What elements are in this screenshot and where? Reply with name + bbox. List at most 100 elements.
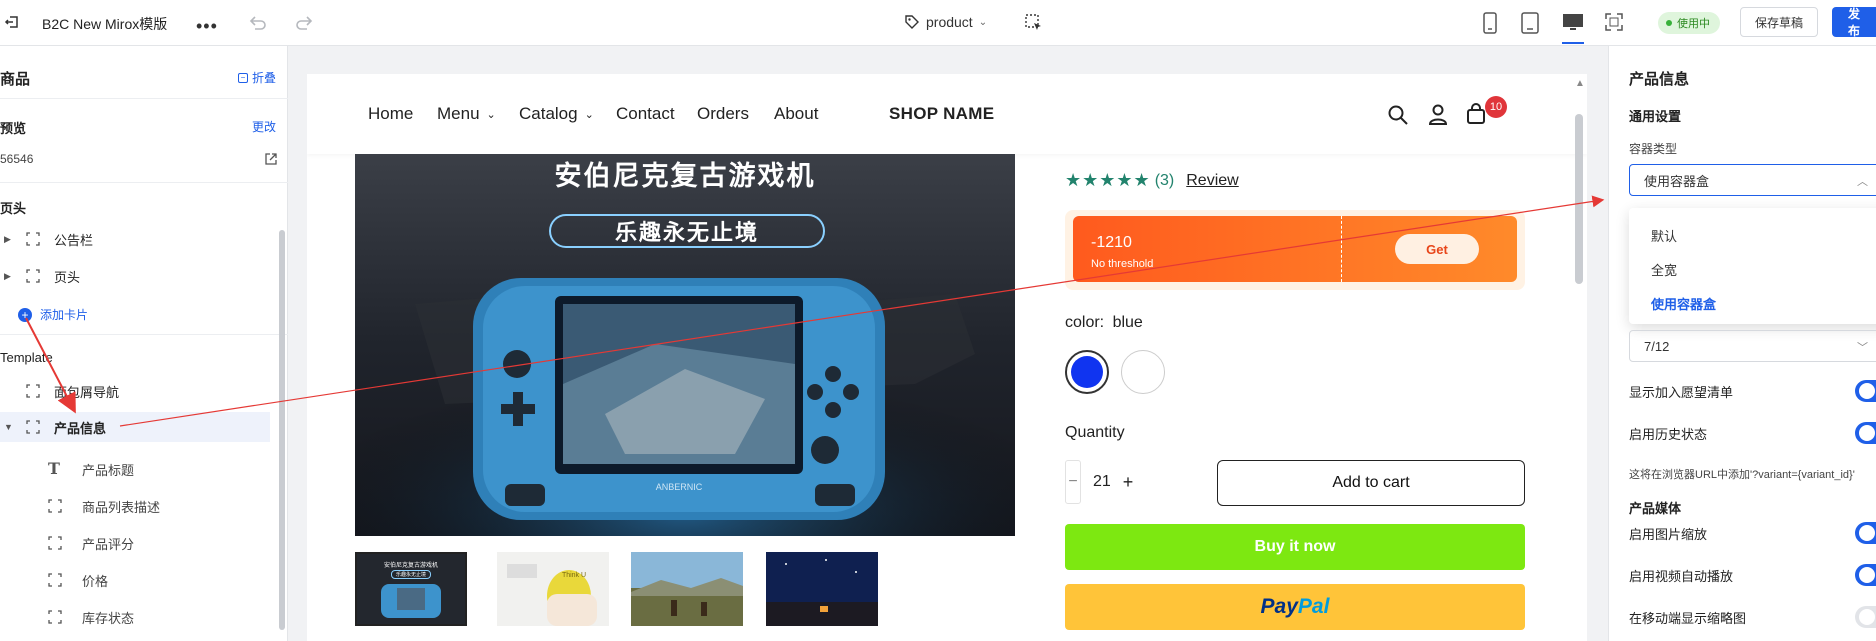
sidebar-subitem-price[interactable]: 价格	[48, 566, 108, 594]
thumbnail-1[interactable]: 安伯尼克复古游戏机 乐趣永无止境	[355, 552, 467, 626]
external-link-icon[interactable]	[264, 152, 278, 166]
nav-contact[interactable]: Contact	[616, 104, 675, 124]
frame-icon	[26, 232, 40, 246]
toggle-label: 在移动端显示缩略图	[1629, 610, 1747, 626]
nav-catalog-label: Catalog	[519, 104, 578, 123]
review-link[interactable]: Review	[1186, 172, 1238, 190]
add-to-cart-button[interactable]: Add to cart	[1217, 460, 1525, 506]
save-draft-button[interactable]: 保存草稿	[1740, 7, 1819, 37]
fullscreen-icon[interactable]	[1604, 12, 1624, 32]
image-zoom-toggle[interactable]	[1855, 522, 1876, 544]
coupon-get-button[interactable]: Get	[1395, 234, 1479, 264]
back-icon[interactable]	[4, 14, 20, 30]
container-type-select[interactable]: 使用容器盒 ︿	[1629, 164, 1876, 196]
mobile-thumbnail-toggle[interactable]	[1855, 606, 1876, 628]
template-section-title: Template	[0, 350, 53, 365]
publish-button[interactable]: 发布	[1832, 7, 1876, 38]
sidebar-subitem-label: 产品评分	[82, 536, 135, 552]
coupon-card: -1210 No threshold Get	[1065, 210, 1525, 290]
plus-circle-icon: +	[18, 307, 32, 322]
layout-ratio-select[interactable]: 7/12 ﹀	[1629, 330, 1876, 362]
star-rating-icon: ★★★★★	[1065, 170, 1151, 190]
rating-count: (3)	[1154, 171, 1175, 189]
redo-icon[interactable]	[294, 13, 314, 31]
nav-orders[interactable]: Orders	[697, 104, 749, 124]
text-icon: T	[48, 459, 60, 478]
dropdown-option-fullwidth[interactable]: 全宽	[1651, 260, 1677, 279]
thumbnail-2[interactable]: Think U	[497, 552, 609, 626]
undo-icon[interactable]	[248, 13, 268, 31]
sidebar-subitem-label: 产品标题	[82, 462, 135, 478]
thumbnail-1-title: 安伯尼克复古游戏机	[383, 563, 438, 569]
change-link[interactable]: 更改	[252, 118, 276, 135]
paypal-button[interactable]: Pay Pal	[1065, 584, 1525, 630]
nav-home[interactable]: Home	[368, 104, 413, 124]
dropdown-option-container[interactable]: 使用容器盒	[1651, 294, 1716, 313]
product-main-image[interactable]: 安伯尼克复古游戏机 乐趣永无止境 ANBERNIC	[355, 154, 1015, 536]
sidebar-item-label: 公告栏	[54, 232, 94, 248]
tablet-view-icon[interactable]	[1520, 12, 1540, 34]
thumbnail-2-text: Think U	[561, 572, 587, 579]
swatch-blue[interactable]	[1065, 350, 1109, 394]
sidebar-subitem-list-description[interactable]: 商品列表描述	[48, 492, 160, 520]
history-toggle[interactable]	[1855, 422, 1876, 444]
account-icon[interactable]	[1427, 103, 1449, 130]
thumbnail-4[interactable]	[766, 552, 878, 626]
nav-menu[interactable]: Menu ⌄	[437, 104, 496, 124]
cart-icon[interactable]	[1465, 103, 1487, 130]
quantity-input[interactable]: 21	[1093, 473, 1111, 491]
chevron-up-icon: ︿	[1857, 176, 1868, 188]
search-icon[interactable]	[1387, 104, 1409, 131]
swatch-white[interactable]	[1121, 350, 1165, 394]
frame-icon	[26, 384, 40, 398]
chevron-down-icon: ⌄	[584, 108, 594, 121]
canvas-scrollbar[interactable]	[1575, 114, 1583, 284]
buy-now-button[interactable]: Buy it now	[1065, 524, 1525, 570]
tag-icon	[905, 15, 919, 29]
thumbnail-3[interactable]	[631, 552, 743, 626]
toggle-row-wishlist: 显示加入愿望清单	[1629, 380, 1876, 402]
collapse-icon: −	[238, 72, 248, 83]
template-title: B2C New Mirox模版	[42, 16, 168, 32]
status-badge: 使用中	[1658, 12, 1720, 34]
nav-menu-label: Menu	[437, 104, 480, 123]
desktop-view-icon[interactable]	[1562, 12, 1584, 44]
video-autoplay-toggle[interactable]	[1855, 564, 1876, 586]
collapse-label: 折叠	[252, 71, 277, 85]
sidebar-item-announcement[interactable]: ▶ 公告栏	[0, 224, 270, 254]
chevron-down-icon: ⌄	[486, 108, 496, 121]
general-settings-header: 通用设置	[1629, 109, 1682, 124]
nav-catalog[interactable]: Catalog ⌄	[519, 104, 594, 124]
wishlist-toggle[interactable]	[1855, 380, 1876, 402]
nav-about[interactable]: About	[774, 104, 818, 124]
sidebar-subitem-rating[interactable]: 产品评分	[48, 529, 134, 557]
decrement-button[interactable]: −	[1065, 460, 1081, 504]
preview-label: 预览	[0, 121, 27, 136]
device-brand: ANBERNIC	[656, 482, 703, 492]
page-selector[interactable]: product ⌄	[904, 14, 987, 30]
top-toolbar: B2C New Mirox模版 ••• product ⌄ 使用中 保存草稿 发…	[0, 0, 1876, 46]
sidebar-item-product-info[interactable]: ▼ 产品信息	[0, 412, 270, 442]
color-label: color:	[1065, 314, 1105, 331]
chevron-down-icon: ⌄	[978, 16, 988, 28]
scroll-up-icon[interactable]: ▲	[1575, 78, 1585, 89]
sidebar-item-breadcrumb[interactable]: 面包屑导航	[0, 376, 270, 406]
dropdown-option-default[interactable]: 默认	[1651, 226, 1677, 245]
more-icon[interactable]: •••	[196, 16, 218, 37]
sidebar-subitem-stock[interactable]: 库存状态	[48, 603, 134, 631]
caret-right-icon: ▶	[4, 270, 11, 281]
sidebar-scrollbar[interactable]	[279, 230, 285, 630]
collapse-button[interactable]: − 折叠	[238, 69, 276, 86]
coupon-amount: -1210	[1091, 234, 1132, 251]
sidebar-item-label: 产品信息	[54, 420, 107, 436]
increment-button[interactable]: +	[1123, 472, 1134, 493]
sidebar-subitem-product-title[interactable]: T 产品标题	[48, 455, 134, 483]
sidebar-item-header[interactable]: ▶ 页头	[0, 261, 270, 291]
product-id: 56546	[0, 152, 34, 166]
shop-name: SHOP NAME	[889, 104, 995, 123]
mobile-view-icon[interactable]	[1482, 12, 1498, 34]
add-card-label: 添加卡片	[40, 308, 89, 322]
add-card-button[interactable]: + 添加卡片	[18, 306, 88, 323]
select-element-icon[interactable]	[1024, 13, 1044, 33]
divider	[0, 98, 288, 99]
